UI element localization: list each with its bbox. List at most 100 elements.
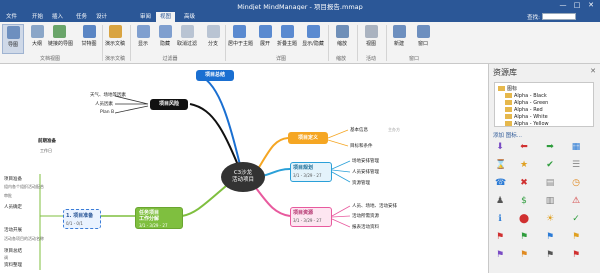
show-button[interactable]: 显示 [132,24,154,54]
warning-icon[interactable]: ⚠ [571,196,581,206]
hide-button[interactable]: 隐藏 [154,24,176,54]
tab-insert[interactable]: 插入 [48,12,67,22]
stop-icon[interactable]: ⬤ [519,214,529,224]
left-note-3[interactable]: 活动各项目的活动名称 [4,236,44,242]
people-icon[interactable]: ♟ [495,196,505,206]
window-button[interactable]: 窗口 [412,24,434,54]
zoom-icon [335,25,349,38]
tree-item-alpha-red[interactable]: Alpha - Red [505,107,543,113]
central-topic[interactable]: C3沙龙 活动项目 [221,162,265,192]
left-node-prep[interactable]: 前期准备 [38,138,56,144]
tree-root[interactable]: 图标 [498,85,517,92]
left-node-project-prep[interactable]: 项目准备 [4,176,22,182]
tree-item-alpha-yellow[interactable]: Alpha - Yellow [505,121,549,127]
show-hide-button[interactable]: 显示/隐藏 [302,24,324,54]
tree-item-alpha-white[interactable]: Alpha - White [505,114,548,120]
tab-advanced[interactable]: 高级 [180,12,199,22]
arrow-down-icon[interactable]: ⬇ [495,142,505,152]
arrow-left-icon[interactable]: ⬅ [519,142,529,152]
def-sub-goal[interactable]: 目标和条件 [350,143,373,149]
list-icon[interactable]: ☰ [571,160,581,170]
wbs-child-prep[interactable]: 1. 项目准备 0/1 - 0/1 [63,209,101,229]
collapse-topic-button[interactable]: 折叠主题 [276,24,298,54]
left-node-docs[interactable]: 资料整理 [4,262,22,268]
risk-sub-planb[interactable]: Plan B [100,110,114,115]
dollar-icon[interactable]: $ [519,196,529,206]
def-sub-basic[interactable]: 基本信息 [350,127,368,133]
add-icon-link[interactable]: 添加 图标... [493,131,522,139]
flag-orange-icon[interactable]: ⚑ [519,250,529,260]
map-view-button[interactable]: 导图 [2,24,24,54]
tab-view[interactable]: 视图 [156,12,176,22]
thumbs-icon[interactable]: ✓ [571,214,581,224]
resource-tree[interactable]: 图标 Alpha - Black Alpha - Green Alpha - R… [494,82,594,127]
tree-item-alpha-green[interactable]: Alpha - Green [505,100,548,106]
search-input[interactable] [542,13,576,20]
left-note-4[interactable]: 调 [4,255,8,261]
expand-button[interactable]: 展开 [254,24,276,54]
calendar-icon[interactable]: ▦ [571,142,581,152]
left-node-activity[interactable]: 活动开展 [4,227,22,233]
lightbulb-icon[interactable]: ☀ [545,214,555,224]
flag-green-icon[interactable]: ⚑ [519,232,529,242]
star-icon[interactable]: ★ [519,160,529,170]
branch-button[interactable]: 分支 [202,24,224,54]
topic-plan[interactable]: 项目规划 3/1 - 3/29 - 27 [290,162,332,182]
clear-filter-button[interactable]: 取消过滤 [176,24,198,54]
tab-home[interactable]: 开始 [28,12,47,22]
group-label-window: 窗口 [408,56,419,62]
left-node-summary[interactable]: 项目总结 [4,248,22,254]
activity-view-button[interactable]: 视图 [360,24,382,54]
info-icon[interactable]: ℹ [495,214,505,224]
topic-wbs[interactable]: 任务项目 工作分解 3/1 - 3/29 - 27 [135,207,183,229]
left-note-1[interactable]: 组内各个组织活动配合 [4,184,44,190]
clock-icon[interactable]: ◷ [571,178,581,188]
flag-black-icon[interactable]: ⚑ [545,250,555,260]
minimize-button[interactable]: — [556,0,570,10]
document-icon[interactable]: ▤ [545,178,555,188]
new-window-button[interactable]: 新建 [388,24,410,54]
branch-wbs [181,185,227,217]
left-node-staff[interactable]: 人员确定 [4,204,22,210]
risk-sub-weather[interactable]: 天气、场地等因素 [90,92,126,98]
phone-icon[interactable]: ☎ [495,178,506,188]
map-canvas[interactable]: C3沙龙 活动项目 项目总结 项目风险 项目定义 项目规划 3/1 - 3/29… [0,64,488,273]
center-topic-button[interactable]: 居中于主题 [228,24,253,54]
maximize-button[interactable]: □ [570,0,584,10]
check-icon[interactable]: ✔ [545,160,555,170]
flag-blue-icon[interactable]: ⚑ [545,232,555,242]
arrow-right-icon[interactable]: ➡ [545,142,555,152]
tab-task[interactable]: 任务 [72,12,91,22]
gantt-button[interactable]: 甘特图 [78,24,100,54]
tree-item-alpha-black[interactable]: Alpha - Black [505,93,547,99]
outline-view-button[interactable]: 大纲 [26,24,48,54]
flag-purple-icon[interactable]: ⚑ [495,250,505,260]
res-sub-needed[interactable]: 活动所需资源 [352,213,379,219]
risk-sub-personnel[interactable]: 人员因素 [95,101,113,107]
tab-review[interactable]: 审阅 [136,12,155,22]
presentation-button[interactable]: 演示文稿 [104,24,126,54]
panel-close-icon[interactable]: ✕ [590,67,596,75]
zoom-button[interactable]: 缩放 [331,24,353,54]
topic-risk[interactable]: 项目风险 [150,99,188,110]
def-note-host[interactable]: 主办方 [388,127,400,133]
flag-yellow-icon[interactable]: ⚑ [571,232,581,242]
tab-design[interactable]: 设计 [92,12,111,22]
res-sub-arrange[interactable]: 人员、场地、活动安排 [352,203,397,209]
plan-sub-venue[interactable]: 场地安排管理 [352,158,379,164]
topic-summary[interactable]: 项目总结 [196,70,234,81]
plan-sub-resources[interactable]: 资源管理 [352,180,370,186]
plan-sub-people[interactable]: 人员安排管理 [352,169,379,175]
cross-icon[interactable]: ✖ [519,178,529,188]
topic-definition[interactable]: 项目定义 [288,132,328,144]
close-button[interactable]: ✕ [584,0,598,10]
linked-maps-button[interactable]: 链接的导图 [48,24,73,54]
tab-file[interactable]: 文件 [2,12,21,22]
flag-pink-icon[interactable]: ⚑ [571,250,581,260]
folder-doc-icon[interactable]: ▥ [545,196,555,206]
res-sub-report[interactable]: 报表活动资料 [352,224,379,230]
topic-resources[interactable]: 项目资源 3/1 - 3/29 - 27 [290,207,332,227]
flag-red-icon[interactable]: ⚑ [495,232,505,242]
hourglass-icon[interactable]: ⌛ [495,160,506,170]
left-note-2[interactable]: 审批 [4,193,12,199]
